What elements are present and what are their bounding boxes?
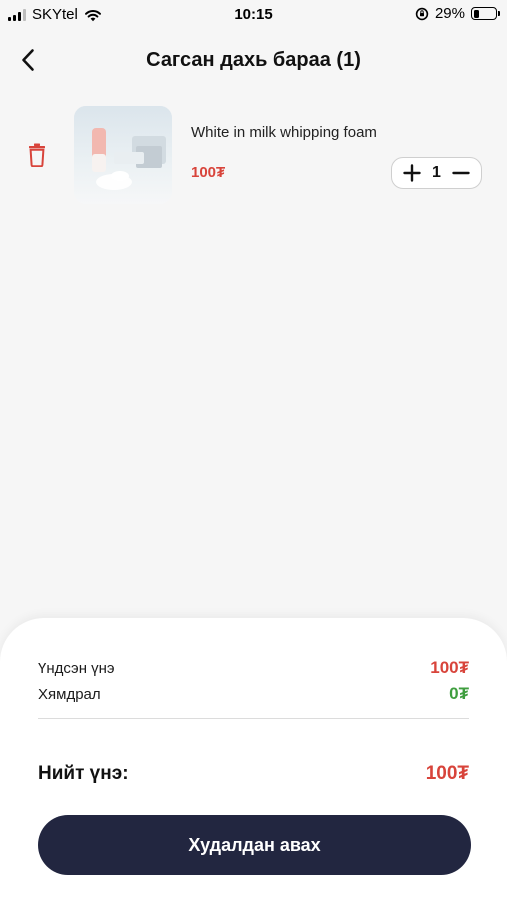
base-price-label: Үндсэн үнэ bbox=[38, 659, 115, 677]
battery-icon bbox=[471, 7, 500, 20]
minus-icon bbox=[452, 171, 470, 175]
order-summary: Үндсэн үнэ 100₮ Хямдрал 0₮ Нийт үнэ: 100… bbox=[0, 618, 507, 900]
status-bar: SKYtel 10:15 29% bbox=[0, 0, 507, 30]
status-right: 29% bbox=[415, 5, 500, 22]
cart-item: White in milk whipping foam 100₮ 1 bbox=[0, 100, 507, 210]
base-price-row: Үндсэн үнэ 100₮ bbox=[38, 658, 469, 678]
total-row: Нийт үнэ: 100₮ bbox=[38, 763, 469, 785]
buy-button[interactable]: Худалдан авах bbox=[38, 815, 471, 875]
decrease-quantity-button[interactable] bbox=[451, 163, 471, 183]
product-image[interactable] bbox=[74, 106, 172, 204]
discount-value: 0₮ bbox=[449, 684, 469, 703]
product-photo bbox=[74, 106, 172, 204]
delete-item-button[interactable] bbox=[22, 140, 52, 170]
product-price: 100₮ bbox=[191, 164, 226, 181]
cart-screen: SKYtel 10:15 29% Сагсан дахь бараа (1) W… bbox=[0, 0, 507, 900]
page-title: Сагсан дахь бараа (1) bbox=[146, 49, 361, 71]
discount-label: Хямдрал bbox=[38, 685, 101, 703]
trash-icon bbox=[29, 143, 45, 167]
plus-icon bbox=[403, 164, 421, 182]
base-price-value: 100₮ bbox=[430, 658, 469, 677]
summary-divider bbox=[38, 718, 469, 719]
quantity-value: 1 bbox=[432, 164, 441, 181]
quantity-stepper: 1 bbox=[391, 157, 482, 189]
page-header: Сагсан дахь бараа (1) bbox=[0, 38, 507, 82]
rotation-lock-icon bbox=[415, 7, 429, 20]
total-value: 100₮ bbox=[425, 763, 469, 784]
battery-percent: 29% bbox=[434, 5, 465, 22]
discount-row: Хямдрал 0₮ bbox=[38, 684, 469, 704]
increase-quantity-button[interactable] bbox=[402, 163, 422, 183]
total-label: Нийт үнэ: bbox=[38, 763, 129, 784]
product-name[interactable]: White in milk whipping foam bbox=[191, 124, 377, 141]
